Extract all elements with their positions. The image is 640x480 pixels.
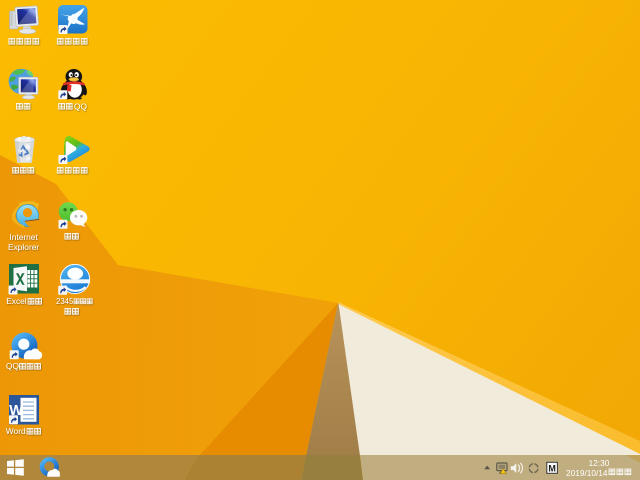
svg-text:2019/10/14: 2019/10/14 (566, 468, 608, 478)
svg-text:12:30: 12:30 (589, 458, 610, 468)
svg-text:Explorer: Explorer (8, 242, 39, 252)
svg-text:QQ: QQ (74, 101, 88, 111)
svg-text:2345: 2345 (56, 297, 74, 306)
svg-text:Word: Word (6, 426, 26, 436)
svg-text:Internet: Internet (9, 232, 38, 242)
svg-text:QQ: QQ (6, 361, 20, 371)
svg-text:M: M (548, 464, 556, 474)
svg-text:Excel: Excel (6, 296, 27, 306)
